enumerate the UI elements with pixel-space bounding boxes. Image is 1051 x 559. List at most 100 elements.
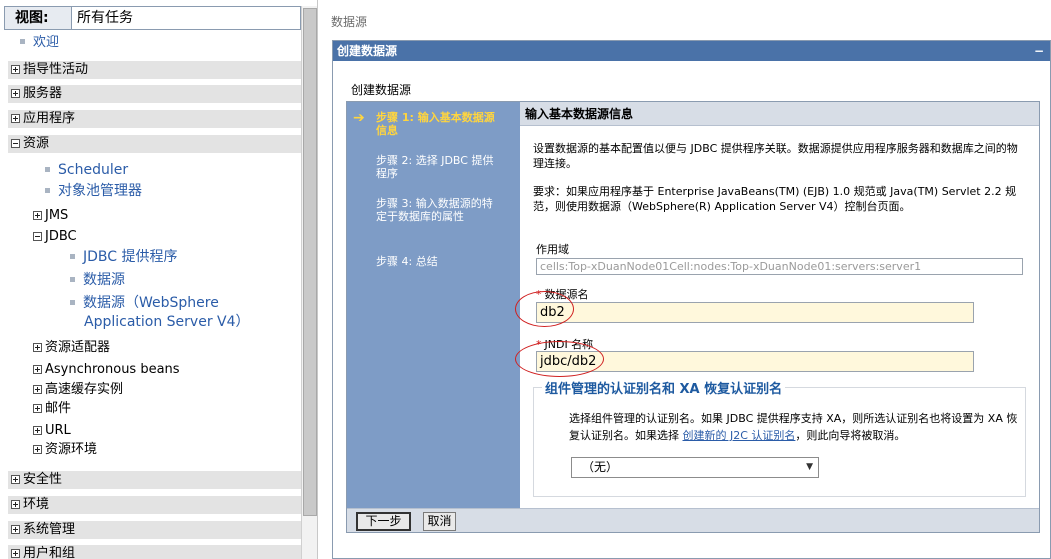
view-label: 视图: — [5, 7, 72, 29]
expand-icon[interactable] — [33, 385, 42, 394]
wizard-heading: 创建数据源 — [351, 83, 412, 97]
nav-item-label[interactable]: 数据源（WebSphere — [83, 295, 219, 311]
nav-scrollbar[interactable] — [301, 6, 317, 559]
wizard-steps: ➔ 步骤 1: 输入基本数据源信息 步骤 2: 选择 JDBC 提供程序 步骤 … — [347, 102, 520, 508]
scope-field: cells:Top-xDuanNode01Cell:nodes:Top-xDua… — [536, 258, 1023, 275]
wizard-button-bar: 下一步 取消 — [347, 508, 1039, 532]
nav-node-url[interactable]: URL — [30, 422, 71, 440]
collapse-icon[interactable] — [33, 232, 42, 241]
nav-category-label: 系统管理 — [23, 522, 76, 537]
nav-item-welcome[interactable]: 欢迎 — [20, 34, 59, 52]
form-description: 设置数据源的基本配置值以便与 JDBC 提供程序关联。数据源提供应用程序服务器和… — [533, 142, 1018, 170]
nav-item-datasources-v4-cont[interactable]: Application Server V4） — [84, 313, 250, 331]
nav-scrollbar-thumb[interactable] — [303, 8, 317, 516]
nav-item-jdbc-providers[interactable]: JDBC 提供程序 — [70, 248, 178, 266]
form-requirement: 要求：如果应用程序基于 Enterprise JavaBeans(TM) (EJ… — [533, 185, 1017, 213]
auth-alias-desc-text-end: ，则此向导将被取消。 — [795, 429, 906, 442]
nav-item-datasources[interactable]: 数据源 — [70, 271, 125, 289]
nav-node-label: JMS — [45, 208, 69, 223]
bullet-icon — [70, 254, 75, 259]
nav-category-label: 服务器 — [23, 86, 63, 101]
nav-node-async-beans[interactable]: Asynchronous beans — [30, 361, 180, 379]
nav-category-label: 环境 — [23, 497, 50, 512]
expand-icon[interactable] — [33, 445, 42, 454]
panel-title: 创建数据源 — [337, 44, 398, 58]
expand-icon[interactable] — [11, 114, 20, 123]
wizard-step-1: 步骤 1: 输入基本数据源信息 — [376, 111, 495, 137]
dropdown-arrow-icon[interactable]: ▼ — [806, 458, 813, 477]
expand-icon[interactable] — [11, 475, 20, 484]
nav-node-resource-env[interactable]: 资源环境 — [30, 441, 97, 459]
expand-icon[interactable] — [33, 343, 42, 352]
form-title: 输入基本数据源信息 — [520, 102, 1039, 126]
expand-icon[interactable] — [33, 211, 42, 220]
nav-item-object-pool[interactable]: 对象池管理器 — [45, 182, 142, 200]
nav-node-mail[interactable]: 邮件 — [30, 400, 71, 418]
expand-icon[interactable] — [33, 426, 42, 435]
nav-item-label[interactable]: JDBC 提供程序 — [83, 249, 178, 265]
auth-alias-selected: （无） — [582, 460, 619, 474]
bullet-icon — [45, 188, 50, 193]
nav-category-system-admin[interactable]: 系统管理 — [8, 521, 301, 539]
annotation-circle — [515, 341, 604, 377]
panel-title-bar: 创建数据源 − — [333, 41, 1050, 61]
create-j2c-alias-link[interactable]: 创建新的 J2C 认证别名 — [683, 429, 796, 442]
nav-category-guided-activities[interactable]: 指导性活动 — [8, 61, 301, 79]
bullet-icon — [45, 167, 50, 172]
cancel-button[interactable]: 取消 — [423, 512, 456, 531]
nav-node-label: 高速缓存实例 — [45, 382, 124, 397]
nav-category-label: 用户和组 — [23, 546, 76, 559]
nav-item-scheduler[interactable]: Scheduler — [45, 161, 128, 179]
expand-icon[interactable] — [11, 89, 20, 98]
nav-node-cache-instances[interactable]: 高速缓存实例 — [30, 381, 123, 399]
breadcrumb: 数据源 — [331, 15, 368, 29]
nav-node-resource-adapters[interactable]: 资源适配器 — [30, 339, 110, 357]
expand-icon[interactable] — [11, 65, 20, 74]
collapse-icon[interactable] — [11, 139, 20, 148]
wizard-content: 输入基本数据源信息 设置数据源的基本配置值以便与 JDBC 提供程序关联。数据源… — [515, 102, 1039, 508]
expand-icon[interactable] — [33, 365, 42, 374]
nav-category-label: 指导性活动 — [23, 62, 89, 77]
next-button[interactable]: 下一步 — [356, 512, 411, 531]
nav-node-label: 邮件 — [45, 401, 72, 416]
nav-item-datasources-v4[interactable]: 数据源（WebSphere — [70, 294, 219, 312]
nav-category-security[interactable]: 安全性 — [8, 471, 301, 489]
nav-category-servers[interactable]: 服务器 — [8, 85, 301, 103]
nav-node-jdbc[interactable]: JDBC — [30, 228, 77, 246]
nav-category-label: 安全性 — [23, 472, 63, 487]
nav-node-label: JDBC — [45, 229, 77, 244]
nav-category-resources[interactable]: 资源 — [8, 135, 301, 153]
bullet-icon — [70, 300, 75, 305]
nav-category-applications[interactable]: 应用程序 — [8, 110, 301, 128]
wizard-step-2: 步骤 2: 选择 JDBC 提供程序 — [376, 154, 494, 180]
scope-label: 作用域 — [536, 243, 569, 256]
view-selector[interactable]: 视图: 所有任务 — [4, 6, 301, 30]
view-value[interactable]: 所有任务 — [77, 7, 133, 29]
nav-item-label[interactable]: Scheduler — [58, 162, 128, 178]
nav-node-label: 资源适配器 — [45, 340, 111, 355]
datasource-name-input[interactable]: db2 — [536, 302, 974, 323]
current-step-arrow-icon: ➔ — [353, 110, 365, 126]
nav-node-label: 资源环境 — [45, 442, 98, 457]
create-datasource-panel: 创建数据源 − 创建数据源 ➔ 步骤 1: 输入基本数据源信息 步骤 2: 选择… — [332, 40, 1051, 559]
nav-item-label[interactable]: 数据源 — [83, 272, 125, 288]
expand-icon[interactable] — [11, 549, 20, 558]
annotation-circle — [515, 291, 574, 327]
nav-node-label: URL — [45, 423, 71, 438]
nav-category-users-groups[interactable]: 用户和组 — [8, 545, 301, 559]
minimize-icon[interactable]: − — [1034, 41, 1044, 61]
nav-category-label: 应用程序 — [23, 111, 76, 126]
wizard-step-4: 步骤 4: 总结 — [376, 255, 438, 268]
nav-item-label[interactable]: 对象池管理器 — [58, 183, 142, 199]
nav-node-jms[interactable]: JMS — [30, 207, 68, 225]
expand-icon[interactable] — [11, 525, 20, 534]
navigation-tree: 视图: 所有任务 欢迎 指导性活动 服务器 应用程序 资源 Scheduler … — [0, 0, 318, 559]
expand-icon[interactable] — [11, 500, 20, 509]
nav-item-label[interactable]: 欢迎 — [33, 35, 59, 50]
expand-icon[interactable] — [33, 404, 42, 413]
auth-alias-select[interactable]: （无） ▼ — [571, 457, 819, 478]
auth-alias-legend: 组件管理的认证别名和 XA 恢复认证别名 — [542, 378, 786, 397]
nav-category-environment[interactable]: 环境 — [8, 496, 301, 514]
nav-category-label: 资源 — [23, 136, 50, 151]
wizard-step-3: 步骤 3: 输入数据源的特定于数据库的属性 — [376, 197, 493, 223]
